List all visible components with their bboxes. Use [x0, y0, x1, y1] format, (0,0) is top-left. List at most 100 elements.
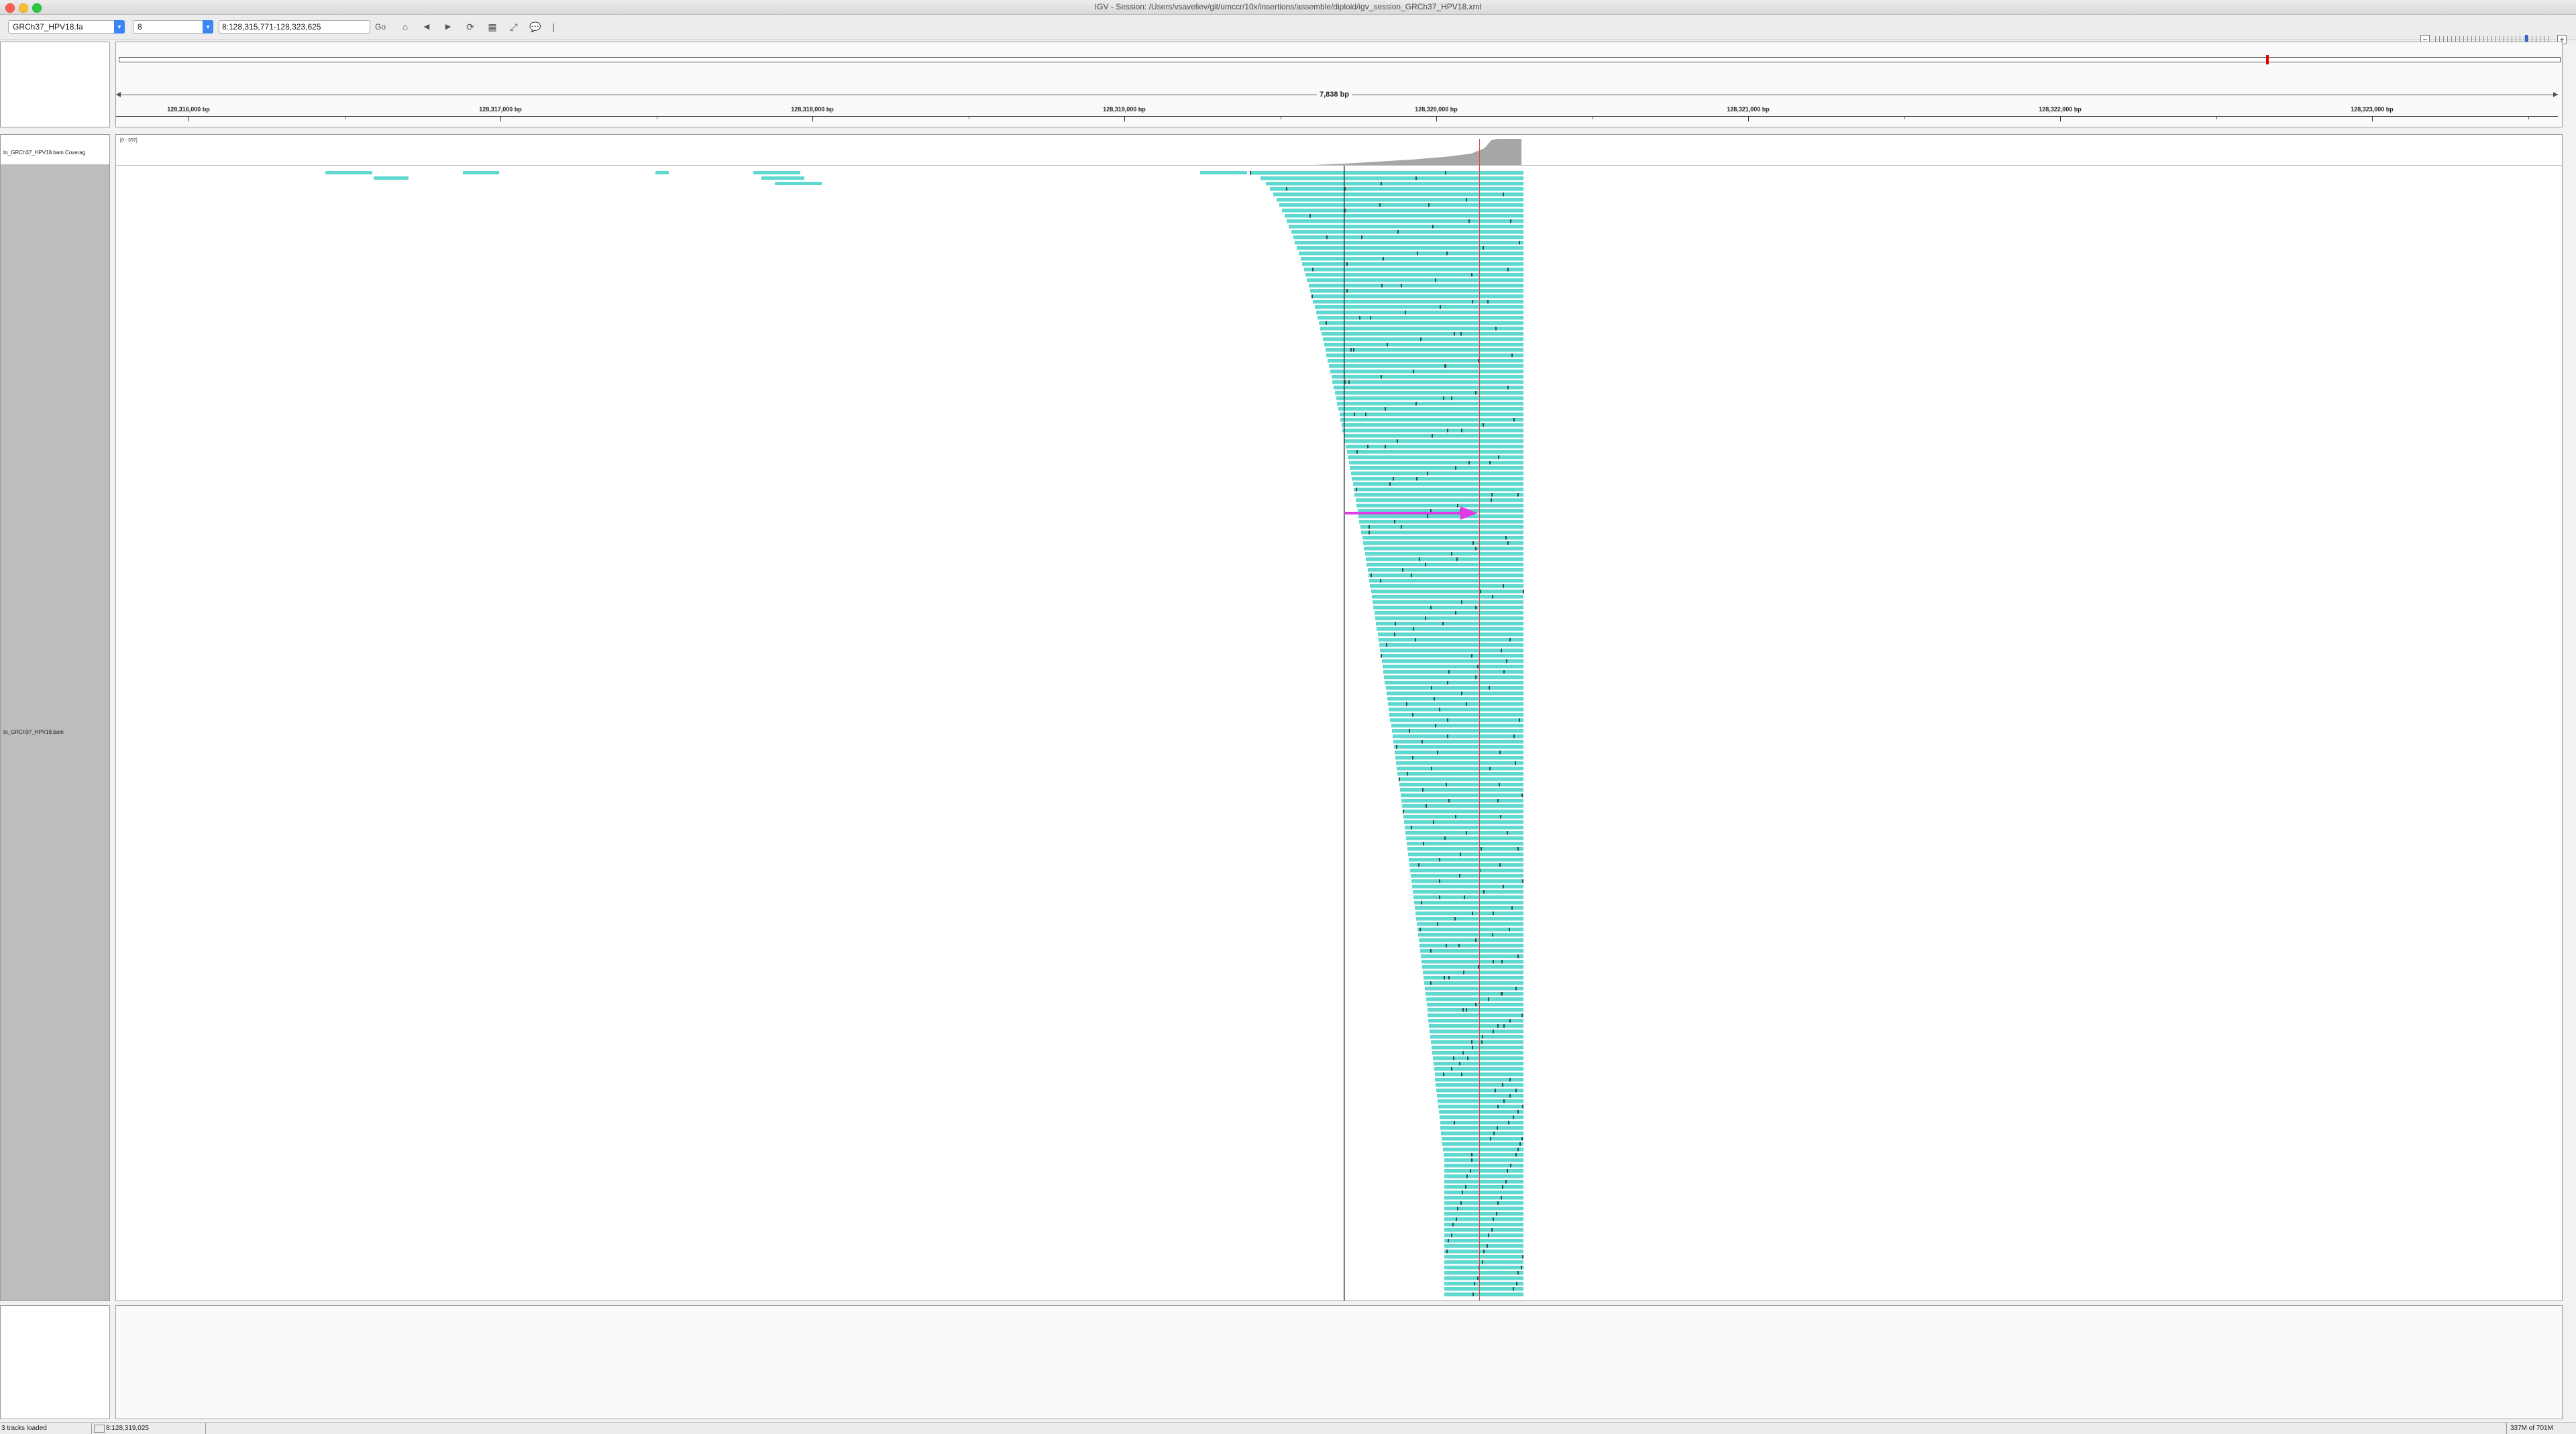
read[interactable] — [1387, 697, 1523, 701]
read[interactable] — [1356, 498, 1523, 502]
read[interactable] — [1372, 595, 1523, 599]
read[interactable] — [1289, 225, 1523, 229]
read[interactable] — [1432, 1046, 1523, 1050]
read[interactable] — [753, 171, 800, 174]
coverage-area[interactable] — [1313, 139, 1521, 165]
read[interactable] — [1362, 536, 1523, 540]
read[interactable] — [1356, 504, 1523, 508]
go-button[interactable]: Go — [373, 20, 388, 34]
read[interactable] — [775, 182, 822, 185]
read[interactable] — [1332, 380, 1523, 384]
read[interactable] — [1423, 971, 1523, 975]
read[interactable] — [1444, 1185, 1523, 1189]
read[interactable] — [1418, 933, 1523, 937]
read[interactable] — [1439, 1110, 1523, 1114]
read[interactable] — [1407, 847, 1523, 851]
read[interactable] — [1399, 777, 1523, 781]
chromosome-ideogram[interactable] — [119, 55, 2561, 64]
read[interactable] — [1438, 1105, 1523, 1109]
read[interactable] — [1295, 241, 1523, 245]
read[interactable] — [1350, 466, 1523, 470]
read[interactable] — [1354, 488, 1523, 492]
read[interactable] — [1424, 976, 1523, 980]
read[interactable] — [1412, 885, 1523, 889]
read[interactable] — [1376, 622, 1523, 626]
read[interactable] — [1444, 1287, 1523, 1291]
data-panel[interactable]: [0 - 397] — [115, 134, 2563, 1301]
read[interactable] — [1342, 429, 1523, 433]
read[interactable] — [1354, 493, 1523, 497]
read[interactable] — [1302, 262, 1523, 266]
read[interactable] — [1434, 1062, 1523, 1066]
read[interactable] — [1338, 407, 1523, 411]
read[interactable] — [1438, 1099, 1523, 1103]
read[interactable] — [1411, 879, 1523, 883]
read[interactable] — [1444, 1233, 1523, 1237]
read[interactable] — [1421, 954, 1523, 958]
read[interactable] — [1444, 1169, 1523, 1173]
read[interactable] — [1422, 965, 1523, 969]
read[interactable] — [1375, 611, 1523, 615]
read[interactable] — [1329, 364, 1523, 368]
read[interactable] — [374, 176, 409, 180]
home-icon[interactable]: ⌂ — [398, 20, 412, 34]
read[interactable] — [1413, 890, 1523, 894]
read[interactable] — [1352, 477, 1523, 481]
read[interactable] — [1270, 187, 1523, 191]
read[interactable] — [1334, 386, 1523, 390]
read[interactable] — [1428, 1008, 1523, 1012]
read[interactable] — [1309, 284, 1523, 288]
read[interactable] — [1320, 327, 1523, 331]
read[interactable] — [1433, 1056, 1523, 1060]
read[interactable] — [1363, 541, 1523, 545]
read[interactable] — [1444, 1174, 1523, 1178]
read[interactable] — [1383, 670, 1523, 674]
read[interactable] — [1370, 584, 1523, 588]
read[interactable] — [1425, 987, 1523, 991]
read[interactable] — [1301, 257, 1523, 261]
read[interactable] — [1388, 702, 1523, 706]
read[interactable] — [1444, 1212, 1523, 1216]
read[interactable] — [1419, 938, 1523, 942]
read[interactable] — [1385, 681, 1523, 685]
read[interactable] — [1434, 1067, 1523, 1071]
read[interactable] — [1347, 450, 1523, 454]
read[interactable] — [1428, 1013, 1523, 1017]
read[interactable] — [1273, 192, 1523, 197]
read[interactable] — [1381, 654, 1523, 658]
coverage-name-cell[interactable]: to_GRCh37_HPV18.bam Coverag — [1, 135, 109, 164]
read[interactable] — [1279, 203, 1523, 207]
read[interactable] — [1403, 810, 1523, 814]
ruler-icon[interactable]: | — [551, 20, 555, 34]
resize-icon[interactable]: ⤢ — [507, 20, 521, 34]
read[interactable] — [1373, 600, 1523, 604]
read[interactable] — [1442, 1137, 1523, 1141]
chromosome-dropdown[interactable]: 8 ▾ — [133, 20, 213, 34]
memory-status[interactable]: 337M of 701M — [2510, 1424, 2553, 1433]
read[interactable] — [1266, 182, 1523, 186]
coverage-track[interactable]: [0 - 397] — [116, 135, 2562, 166]
read[interactable] — [1397, 772, 1523, 776]
read[interactable] — [1444, 1201, 1523, 1205]
read[interactable] — [1440, 1126, 1523, 1130]
read[interactable] — [1383, 665, 1523, 669]
read[interactable] — [1319, 321, 1523, 325]
read[interactable] — [1337, 402, 1523, 406]
read[interactable] — [1440, 1115, 1523, 1119]
read[interactable] — [1444, 1266, 1523, 1270]
read[interactable] — [1440, 1121, 1523, 1125]
read[interactable] — [1375, 616, 1523, 620]
locus-input[interactable]: 8:128,315,771-128,323,625 — [219, 20, 370, 34]
read[interactable] — [1391, 724, 1523, 728]
read[interactable] — [1386, 686, 1523, 690]
read[interactable] — [1366, 563, 1523, 567]
read[interactable] — [1340, 412, 1523, 417]
read[interactable] — [655, 171, 669, 174]
read[interactable] — [1406, 836, 1523, 840]
region-of-interest-icon[interactable]: ▦ — [486, 20, 499, 34]
read[interactable] — [1379, 638, 1523, 642]
read[interactable] — [1330, 370, 1523, 374]
read[interactable] — [1444, 1158, 1523, 1162]
read[interactable] — [1382, 659, 1523, 663]
read[interactable] — [1430, 1035, 1523, 1039]
